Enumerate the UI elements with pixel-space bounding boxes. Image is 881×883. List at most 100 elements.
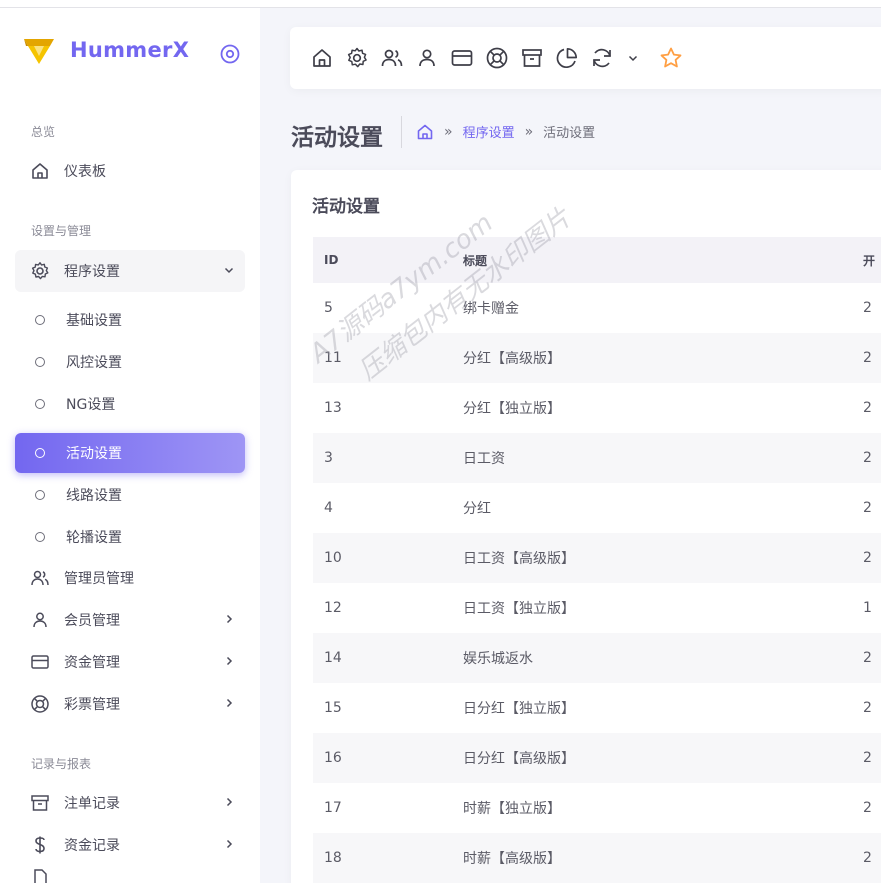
- pie-chart-icon[interactable]: [555, 46, 579, 70]
- sidebar-subitem-basic[interactable]: 基础设置: [15, 300, 245, 340]
- cell-title: 娱乐城返水: [463, 651, 533, 667]
- table-row[interactable]: 16 日分红【高级版】 2: [313, 733, 881, 783]
- sidebar-toggle-icon[interactable]: [220, 44, 240, 64]
- cell-title: 绑卡赠金: [463, 301, 519, 317]
- sidebar-item-dashboard[interactable]: 仪表板: [15, 150, 245, 192]
- table-row[interactable]: 17 时薪【独立版】 2: [313, 783, 881, 833]
- archive-icon[interactable]: [520, 46, 544, 70]
- credit-card-icon[interactable]: [450, 46, 474, 70]
- column-header-id[interactable]: ID: [324, 253, 474, 267]
- circle-icon: [35, 357, 45, 367]
- section-records: 记录与报表: [31, 757, 92, 771]
- circle-icon: [35, 490, 45, 500]
- sidebar-item-lottery[interactable]: 彩票管理: [15, 683, 245, 725]
- gear-icon: [31, 262, 49, 280]
- dollar-icon: [35, 836, 45, 854]
- cell-next: 2: [863, 400, 872, 416]
- cell-title: 时薪【高级版】: [463, 851, 561, 867]
- sidebar-item-admin[interactable]: 管理员管理: [15, 557, 245, 599]
- star-icon[interactable]: [659, 46, 683, 70]
- cell-id: 11: [324, 350, 342, 366]
- cell-title: 日工资【独立版】: [463, 601, 575, 617]
- cell-id: 12: [324, 600, 342, 616]
- sidebar-item-bet-records[interactable]: 注单记录: [15, 782, 245, 824]
- lifebuoy-icon: [31, 695, 49, 713]
- sidebar-item-fund-records[interactable]: 资金记录: [15, 824, 245, 866]
- sidebar-subitem-label: 基础设置: [66, 313, 122, 329]
- cell-title: 日分红【独立版】: [463, 701, 575, 717]
- sidebar-subitem-label: 线路设置: [66, 488, 122, 504]
- cell-next: 2: [863, 550, 872, 566]
- table-row[interactable]: 4 分红 2: [313, 483, 881, 533]
- sidebar-item-label: 程序设置: [64, 264, 120, 280]
- page-title: 活动设置: [291, 125, 383, 151]
- sidebar-item-label: 仪表板: [64, 164, 106, 180]
- cell-id: 3: [324, 450, 333, 466]
- lifebuoy-icon[interactable]: [485, 46, 509, 70]
- home-icon: [32, 163, 48, 179]
- activity-table: ID 标题 开 5 绑卡赠金 2 11 分红【高级版】 2 13 分红【独立版】 2 3 日工资 2 4…: [313, 237, 881, 883]
- brand[interactable]: HummerX: [22, 34, 189, 66]
- sidebar-item-partial[interactable]: [15, 868, 245, 883]
- breadcrumb-separator: »: [444, 123, 453, 140]
- chevron-right-icon: [226, 839, 233, 849]
- sidebar-subitem-label: 风控设置: [66, 355, 122, 371]
- cell-id: 16: [324, 750, 342, 766]
- table-body: 5 绑卡赠金 2 11 分红【高级版】 2 13 分红【独立版】 2 3 日工资 2 4 分红 2 10 日工资…: [313, 283, 881, 883]
- cell-next: 2: [863, 500, 872, 516]
- table-row[interactable]: 3 日工资 2: [313, 433, 881, 483]
- chevron-right-icon: [226, 698, 233, 708]
- users-icon[interactable]: [380, 46, 404, 70]
- sidebar-subitem-activity[interactable]: 活动设置: [15, 433, 245, 473]
- brand-logo-icon: [24, 39, 54, 64]
- breadcrumb-link-program-settings[interactable]: 程序设置: [463, 122, 515, 141]
- archive-icon: [31, 795, 49, 811]
- sidebar-subitem-carousel[interactable]: 轮播设置: [15, 517, 245, 557]
- cell-title: 时薪【独立版】: [463, 801, 561, 817]
- breadcrumb-current: 活动设置: [543, 126, 596, 141]
- chevron-down-icon[interactable]: [627, 52, 639, 64]
- cell-next: 2: [863, 700, 872, 716]
- sidebar-item-label: 会员管理: [64, 613, 120, 629]
- home-icon[interactable]: [416, 123, 434, 141]
- table-row[interactable]: 10 日工资【高级版】 2: [313, 533, 881, 583]
- home-icon[interactable]: [310, 46, 334, 70]
- chevron-down-icon: [224, 267, 234, 274]
- circle-icon: [35, 448, 45, 458]
- cell-title: 日工资: [463, 451, 505, 467]
- brand-name: HummerX: [70, 38, 190, 62]
- cell-next: 2: [863, 350, 872, 366]
- table-header: ID 标题 开: [313, 237, 881, 283]
- column-header-title[interactable]: 标题: [463, 252, 863, 269]
- cell-next: 2: [863, 650, 872, 666]
- cell-id: 4: [324, 500, 333, 516]
- title-divider: [401, 116, 402, 148]
- table-row[interactable]: 18 时薪【高级版】 2: [313, 833, 881, 883]
- sidebar-item-program-settings[interactable]: 程序设置: [15, 250, 245, 292]
- table-row[interactable]: 15 日分红【独立版】 2: [313, 683, 881, 733]
- user-icon[interactable]: [415, 46, 439, 70]
- table-row[interactable]: 12 日工资【独立版】 1: [313, 583, 881, 633]
- circle-icon: [35, 532, 45, 542]
- cell-next: 2: [863, 800, 872, 816]
- sidebar-subitem-label: 轮播设置: [66, 530, 122, 546]
- sidebar-item-member[interactable]: 会员管理: [15, 599, 245, 641]
- cell-id: 17: [324, 800, 342, 816]
- sidebar-subitem-risk[interactable]: 风控设置: [15, 342, 245, 382]
- sidebar-item-fund[interactable]: 资金管理: [15, 641, 245, 683]
- gear-icon[interactable]: [345, 46, 369, 70]
- sidebar-subitem-route[interactable]: 线路设置: [15, 475, 245, 515]
- cell-id: 15: [324, 700, 342, 716]
- table-row[interactable]: 13 分红【独立版】 2: [313, 383, 881, 433]
- sidebar: HummerX 总览 仪表板 设置与管理 程序设置 基础设置 风控设置 NG设置…: [0, 8, 260, 883]
- sidebar-subitem-ng[interactable]: NG设置: [15, 384, 245, 424]
- breadcrumb-separator: »: [524, 123, 534, 140]
- column-header-next[interactable]: 开: [863, 252, 881, 269]
- table-row[interactable]: 5 绑卡赠金 2: [313, 283, 881, 333]
- cell-next: 2: [863, 300, 872, 316]
- refresh-icon[interactable]: [590, 46, 614, 70]
- table-row[interactable]: 11 分红【高级版】 2: [313, 333, 881, 383]
- user-icon: [33, 612, 47, 628]
- table-row[interactable]: 14 娱乐城返水 2: [313, 633, 881, 683]
- cell-next: 2: [863, 750, 872, 766]
